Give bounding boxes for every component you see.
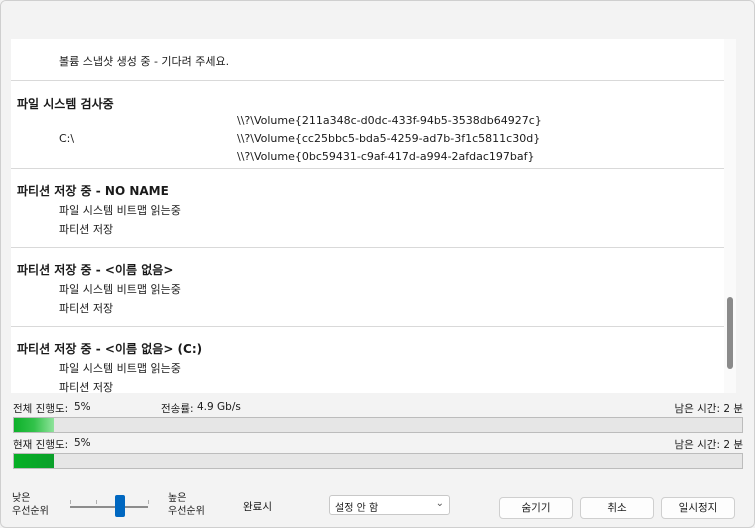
log-line: 파티션 저장 xyxy=(59,302,114,315)
log-line: 볼륨 스냅샷 생성 중 - 기다려 주세요. xyxy=(59,55,230,68)
high-priority-label: 높은 우선순위 xyxy=(168,492,205,518)
chevron-down-icon: ⌄ xyxy=(435,498,444,509)
log-line: 파일 시스템 비트맵 읽는중 xyxy=(59,362,181,375)
on-completion-value: 설정 안 함 xyxy=(335,503,379,514)
slider-tick xyxy=(148,500,149,504)
log-section-filesystem: 파일 시스템 검사중 C:\ \\?\Volume{211a348c-d0dc-… xyxy=(11,81,724,169)
current-remaining-time: 남은 시간: 2 분 xyxy=(674,439,743,451)
log-section-partition: 파티션 저장 중 - <이름 없음> 파일 시스템 비트맵 읽는중 파티션 저장 xyxy=(11,248,724,327)
log-section-title: 파티션 저장 중 - <이름 없음> (C:) xyxy=(17,342,203,356)
hide-button[interactable]: 숨기기 xyxy=(499,497,573,519)
cancel-button[interactable]: 취소 xyxy=(580,497,654,519)
log-scrollbar[interactable] xyxy=(724,39,736,393)
log-section-title: 파티션 저장 중 - NO NAME xyxy=(17,184,169,198)
overall-remaining-time: 남은 시간: 2 분 xyxy=(674,403,743,415)
transfer-rate-value: 4.9 Gb/s xyxy=(197,401,241,413)
overall-progress-bar xyxy=(13,417,743,433)
current-progress-bar xyxy=(13,453,743,469)
current-progress-fill xyxy=(14,454,55,468)
low-priority-label: 낮은 우선순위 xyxy=(12,492,49,518)
on-completion-label: 완료시 xyxy=(243,501,272,513)
log-section-partition: 파티션 저장 중 - <이름 없음> (C:) 파일 시스템 비트맵 읽는중 파… xyxy=(11,327,724,393)
backup-progress-window: 볼륨 스냅샷 생성 중 - 기다려 주세요. 파일 시스템 검사중 C:\ \\… xyxy=(0,0,755,528)
title-bar xyxy=(1,1,754,31)
on-completion-select[interactable]: 설정 안 함 ⌄ xyxy=(329,495,450,515)
log-line: 파티션 저장 xyxy=(59,381,114,393)
slider-tick xyxy=(96,500,97,504)
current-progress-value: 5% xyxy=(74,437,91,449)
priority-slider-thumb[interactable] xyxy=(115,495,125,517)
slider-tick xyxy=(70,500,71,504)
log-panel: 볼륨 스냅샷 생성 중 - 기다려 주세요. 파일 시스템 검사중 C:\ \\… xyxy=(11,39,736,393)
log-section-title: 파티션 저장 중 - <이름 없음> xyxy=(17,263,174,277)
high-priority-label-line1: 높은 xyxy=(168,493,187,504)
overall-progress-label: 전체 진행도: xyxy=(13,403,69,415)
scrollbar-thumb[interactable] xyxy=(727,297,733,369)
low-priority-label-line2: 우선순위 xyxy=(12,506,49,517)
low-priority-label-line1: 낮은 xyxy=(12,493,31,504)
log-line: 파티션 저장 xyxy=(59,223,114,236)
log-section-snapshot: 볼륨 스냅샷 생성 중 - 기다려 주세요. xyxy=(11,39,724,81)
log-volume: \\?\Volume{211a348c-d0dc-433f-94b5-3538d… xyxy=(237,114,542,127)
current-progress-label: 현재 진행도: xyxy=(13,439,69,451)
pause-button[interactable]: 일시정지 xyxy=(661,497,735,519)
priority-slider-track[interactable] xyxy=(70,506,148,508)
high-priority-label-line2: 우선순위 xyxy=(168,506,205,517)
transfer-rate-label: 전송률: xyxy=(161,403,194,415)
log-list: 볼륨 스냅샷 생성 중 - 기다려 주세요. 파일 시스템 검사중 C:\ \\… xyxy=(11,39,724,393)
log-volume: \\?\Volume{0bc59431-c9af-417d-a994-2afda… xyxy=(237,150,535,163)
log-section-partition: 파티션 저장 중 - NO NAME 파일 시스템 비트맵 읽는중 파티션 저장 xyxy=(11,169,724,248)
log-line: 파일 시스템 비트맵 읽는중 xyxy=(59,204,181,217)
overall-progress-value: 5% xyxy=(74,401,91,413)
log-volume: \\?\Volume{cc25bbc5-bda5-4259-ad7b-3f1c5… xyxy=(237,132,541,145)
overall-progress-fill xyxy=(14,418,55,432)
log-line: 파일 시스템 비트맵 읽는중 xyxy=(59,283,181,296)
log-drive: C:\ xyxy=(59,132,75,145)
log-section-title: 파일 시스템 검사중 xyxy=(17,97,114,111)
